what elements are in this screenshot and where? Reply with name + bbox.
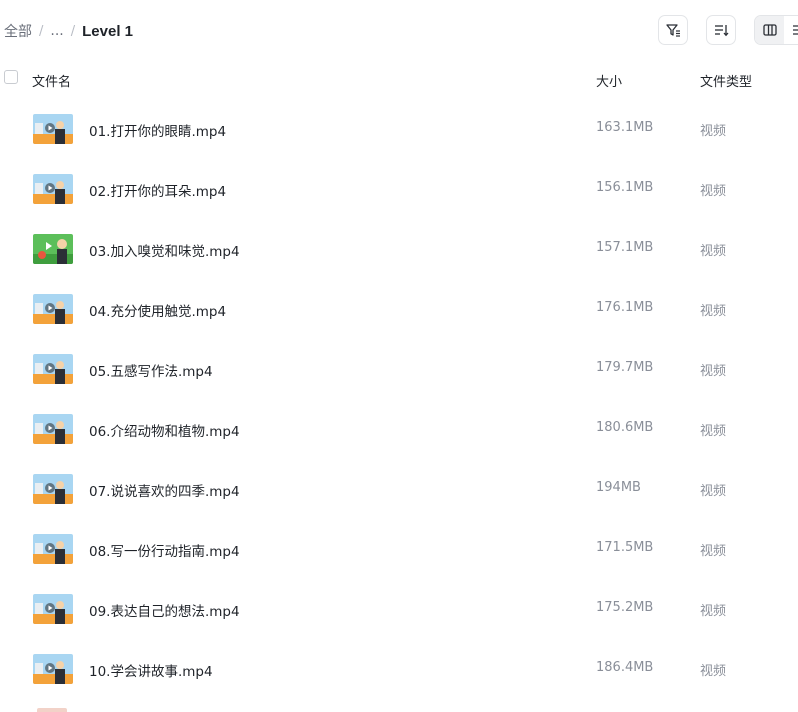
- filter-button[interactable]: [658, 15, 688, 45]
- breadcrumb-separator: /: [39, 23, 44, 39]
- table-header: 文件名 大小 文件类型: [0, 62, 798, 96]
- sort-icon: [715, 25, 729, 37]
- table-row[interactable]: 05.五感写作法.mp4 179.7MB 视频: [0, 339, 798, 399]
- column-view-button[interactable]: [755, 16, 784, 44]
- breadcrumb-root[interactable]: 全部: [4, 21, 32, 41]
- video-thumbnail-teacher: [33, 594, 73, 624]
- file-type: 视频: [700, 604, 727, 619]
- video-thumbnail-teacher: [33, 354, 73, 384]
- breadcrumb: 全部 / ... / Level 1: [4, 20, 133, 42]
- file-size: 176.1MB: [596, 300, 654, 315]
- file-type: 视频: [700, 484, 727, 499]
- file-name: 02.打开你的耳朵.mp4: [89, 184, 227, 200]
- next-row-thumbnail-partial: [37, 708, 67, 712]
- file-type: 视频: [700, 424, 727, 439]
- column-header-name[interactable]: 文件名: [32, 71, 71, 90]
- video-thumbnail-teacher: [33, 414, 73, 444]
- column-header-type[interactable]: 文件类型: [700, 71, 752, 90]
- table-row[interactable]: 01.打开你的眼睛.mp4 163.1MB 视频: [0, 99, 798, 159]
- file-type: 视频: [700, 244, 727, 259]
- sort-button[interactable]: [706, 15, 736, 45]
- file-list: 01.打开你的眼睛.mp4 163.1MB 视频 02.打开你的耳朵.mp4 1…: [0, 99, 798, 699]
- table-row[interactable]: 09.表达自己的想法.mp4 175.2MB 视频: [0, 579, 798, 639]
- table-row[interactable]: 02.打开你的耳朵.mp4 156.1MB 视频: [0, 159, 798, 219]
- file-size: 171.5MB: [596, 540, 654, 555]
- file-name: 04.充分使用触觉.mp4: [89, 304, 227, 320]
- file-name: 05.五感写作法.mp4: [89, 364, 213, 380]
- video-thumbnail-teacher: [33, 294, 73, 324]
- file-name: 06.介绍动物和植物.mp4: [89, 424, 240, 440]
- file-type: 视频: [700, 364, 727, 379]
- filter-icon: [666, 24, 680, 37]
- file-name: 08.写一份行动指南.mp4: [89, 544, 240, 560]
- file-size: 186.4MB: [596, 660, 654, 675]
- table-row[interactable]: 07.说说喜欢的四季.mp4 194MB 视频: [0, 459, 798, 519]
- file-size: 156.1MB: [596, 180, 654, 195]
- table-row[interactable]: 06.介绍动物和植物.mp4 180.6MB 视频: [0, 399, 798, 459]
- file-size: 180.6MB: [596, 420, 654, 435]
- file-name: 03.加入嗅觉和味觉.mp4: [89, 244, 240, 260]
- file-size: 194MB: [596, 480, 641, 495]
- file-name: 07.说说喜欢的四季.mp4: [89, 484, 240, 500]
- top-bar: 全部 / ... / Level 1: [0, 0, 798, 62]
- file-type: 视频: [700, 544, 727, 559]
- table-row[interactable]: 03.加入嗅觉和味觉.mp4 157.1MB 视频: [0, 219, 798, 279]
- list-view-icon: [792, 25, 798, 35]
- select-all-checkbox[interactable]: [4, 70, 18, 84]
- breadcrumb-current: Level 1: [82, 22, 134, 40]
- video-thumbnail-teacher: [33, 534, 73, 564]
- file-name: 01.打开你的眼睛.mp4: [89, 124, 227, 140]
- video-thumbnail-teacher: [33, 474, 73, 504]
- video-thumbnail-teacher: [33, 114, 73, 144]
- list-view-button[interactable]: [784, 16, 798, 44]
- table-row[interactable]: 04.充分使用触觉.mp4 176.1MB 视频: [0, 279, 798, 339]
- video-thumbnail-teacher: [33, 654, 73, 684]
- breadcrumb-ellipsis[interactable]: ...: [50, 23, 63, 39]
- file-type: 视频: [700, 184, 727, 199]
- column-view-icon: [762, 24, 777, 36]
- file-size: 163.1MB: [596, 120, 654, 135]
- table-row[interactable]: 10.学会讲故事.mp4 186.4MB 视频: [0, 639, 798, 699]
- file-size: 179.7MB: [596, 360, 654, 375]
- video-thumbnail-teacher: [33, 174, 73, 204]
- file-size: 157.1MB: [596, 240, 654, 255]
- file-type: 视频: [700, 664, 727, 679]
- file-name: 10.学会讲故事.mp4: [89, 664, 213, 680]
- file-size: 175.2MB: [596, 600, 654, 615]
- video-thumbnail-green: [33, 234, 73, 264]
- file-name: 09.表达自己的想法.mp4: [89, 604, 240, 620]
- breadcrumb-separator: /: [70, 23, 76, 39]
- column-header-size[interactable]: 大小: [596, 71, 622, 90]
- view-toggle: [754, 15, 798, 45]
- table-row[interactable]: 08.写一份行动指南.mp4 171.5MB 视频: [0, 519, 798, 579]
- file-type: 视频: [700, 304, 727, 319]
- file-type: 视频: [700, 124, 727, 139]
